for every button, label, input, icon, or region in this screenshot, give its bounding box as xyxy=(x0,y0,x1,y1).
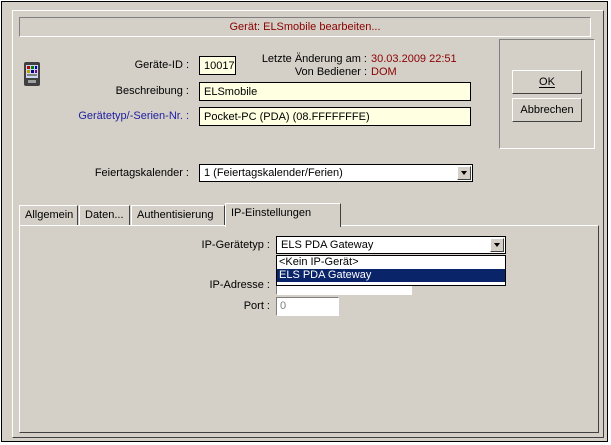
edit-device-dialog: Gerät: ELSmobile bearbeiten... Geräte-ID… xyxy=(12,10,604,438)
ok-button-label: OK xyxy=(539,76,555,88)
outer-frame: Gerät: ELSmobile bearbeiten... Geräte-ID… xyxy=(1,1,608,442)
holiday-calendar-select[interactable]: 1 (Feiertagskalender/Ferien) xyxy=(199,164,473,182)
dropdown-option[interactable]: <Kein IP-Gerät> xyxy=(277,256,505,269)
ip-device-type-label: IP-Gerätetyp : xyxy=(201,239,270,251)
tab-authentisierung[interactable]: Authentisierung xyxy=(131,205,225,225)
dropdown-option-selected[interactable]: ELS PDA Gateway xyxy=(277,269,505,282)
device-id-field[interactable]: 10017 xyxy=(199,56,236,75)
ip-device-type-dropdown: <Kein IP-Gerät> ELS PDA Gateway xyxy=(276,255,506,286)
ip-settings-panel: IP-Gerätetyp : ELS PDA Gateway IP-Adress… xyxy=(19,225,599,433)
button-group: OK Abbrechen xyxy=(499,39,595,149)
chevron-down-icon[interactable] xyxy=(490,238,504,252)
ip-device-type-select[interactable]: ELS PDA Gateway xyxy=(276,236,506,254)
operator-value: DOM xyxy=(371,66,397,78)
port-field[interactable]: 0 xyxy=(276,297,339,316)
pda-device-icon xyxy=(23,61,41,87)
device-id-label: Geräte-ID : xyxy=(134,59,189,71)
operator-label: Von Bediener : xyxy=(294,66,367,78)
description-label: Beschreibung : xyxy=(115,85,189,97)
tab-ip-einstellungen[interactable]: IP-Einstellungen xyxy=(225,203,341,227)
tab-daten[interactable]: Daten... xyxy=(79,205,130,225)
chevron-down-icon[interactable] xyxy=(457,166,471,180)
tab-strip: Allgemein Daten... Authentisierung IP-Ei… xyxy=(19,203,599,227)
ip-address-label: IP-Adresse : xyxy=(209,279,270,291)
device-type-field[interactable]: Pocket-PC (PDA) (08.FFFFFFFE) xyxy=(199,107,471,126)
holiday-calendar-label: Feiertagskalender : xyxy=(94,167,189,179)
cancel-button[interactable]: Abbrechen xyxy=(512,98,582,122)
ip-device-type-value: ELS PDA Gateway xyxy=(281,239,374,251)
device-type-label: Gerätetyp/-Serien-Nr. : xyxy=(78,110,189,122)
holiday-calendar-value: 1 (Feiertagskalender/Ferien) xyxy=(204,167,343,179)
tab-allgemein[interactable]: Allgemein xyxy=(19,205,78,225)
dialog-title: Gerät: ELSmobile bearbeiten... xyxy=(19,17,591,37)
port-label: Port : xyxy=(243,300,270,312)
ok-button[interactable]: OK xyxy=(512,70,582,94)
description-field[interactable]: ELSmobile xyxy=(199,82,471,101)
